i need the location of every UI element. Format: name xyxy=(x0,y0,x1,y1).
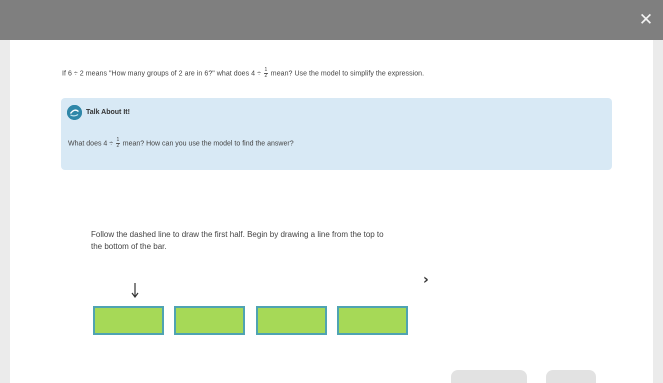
close-icon[interactable]: ✕ xyxy=(635,9,657,31)
question-fraction-denominator: 2 xyxy=(264,73,268,79)
question-fraction: 12 xyxy=(263,68,268,79)
talk-about-it-title: Talk About It! xyxy=(86,109,130,116)
question-part-2: mean? Use the model to simplify the expr… xyxy=(268,70,425,78)
question-part-1: If 6 ÷ 2 means "How many groups of 2 are… xyxy=(62,70,263,78)
chevron-right-icon[interactable]: › xyxy=(423,272,437,288)
model-bar-4[interactable] xyxy=(337,306,408,335)
talk-about-it-icon xyxy=(67,105,82,120)
talk-about-it-text: What does 4 ÷ 12 mean? How can you use t… xyxy=(68,138,294,149)
talk-fraction: 12 xyxy=(116,138,120,149)
model-bar-3[interactable] xyxy=(256,306,327,335)
modal-header-bar: ✕ xyxy=(0,0,663,40)
talk-text-part-2: mean? How can you use the model to find … xyxy=(120,140,294,148)
activity-panel: If 6 ÷ 2 means "How many groups of 2 are… xyxy=(10,40,653,383)
talk-about-it-box: Talk About It! What does 4 ÷ 12 mean? Ho… xyxy=(61,98,612,170)
model-bar-2[interactable] xyxy=(174,306,245,335)
model-bar-1[interactable] xyxy=(93,306,164,335)
instruction-text: Follow the dashed line to draw the first… xyxy=(91,230,384,251)
talk-fraction-denominator: 2 xyxy=(116,143,120,149)
check-button[interactable] xyxy=(451,370,527,383)
down-arrow-icon xyxy=(131,283,139,298)
reset-button[interactable] xyxy=(546,370,596,383)
talk-text-part-1: What does 4 ÷ xyxy=(68,140,116,148)
question-text: If 6 ÷ 2 means "How many groups of 2 are… xyxy=(62,68,622,79)
